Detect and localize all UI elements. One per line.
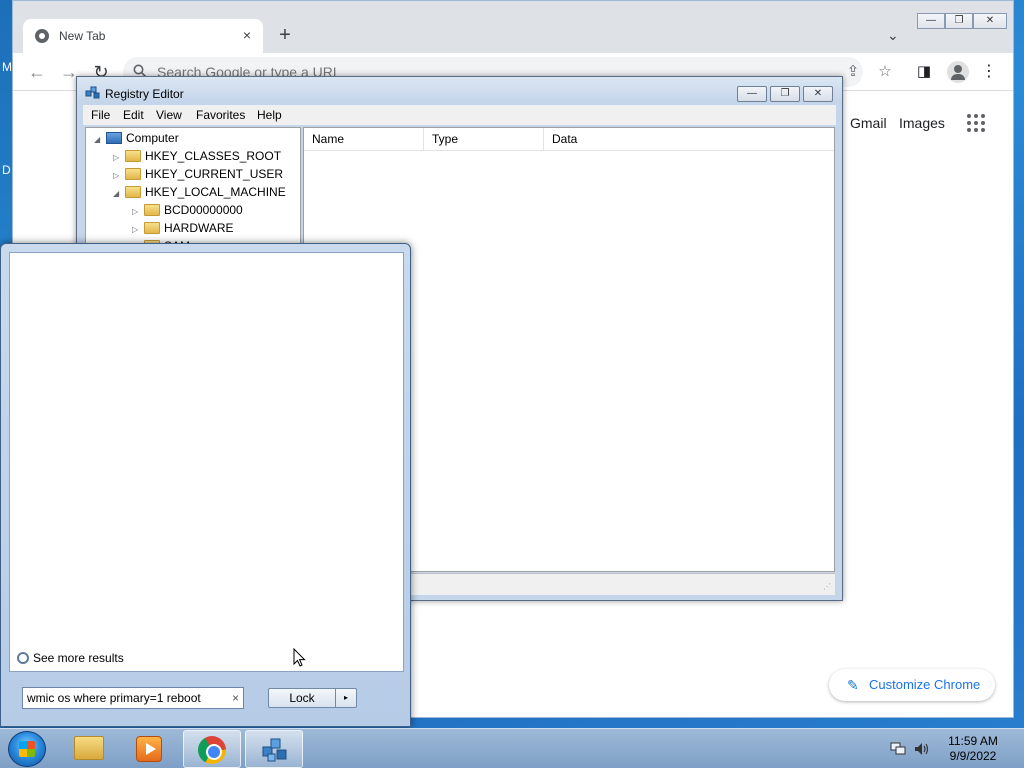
taskbar-windows-explorer[interactable] [60,730,118,768]
new-tab-button[interactable]: + [275,25,295,45]
chrome-titlebar: New Tab × + ⌄ — ❐ ✕ [13,1,1013,53]
tree-item-hardware[interactable]: ▷ HARDWARE [132,219,234,237]
expanded-arrow-icon[interactable]: ◢ [113,185,125,203]
pencil-icon: ✎ [847,677,859,693]
side-panel-icon[interactable]: ◨ [914,62,934,82]
search-results-panel [9,252,404,672]
header-divider [304,150,834,151]
column-header-data[interactable]: Data [544,128,834,150]
regedit-app-icon [262,738,287,762]
folder-icon [144,222,160,234]
customize-chrome-button[interactable]: ✎ Customize Chrome [829,669,995,701]
desktop-icon-label: M [2,60,12,74]
magnifier-icon [17,652,29,664]
folder-icon [74,736,104,760]
tree-item-label: HKEY_CLASSES_ROOT [145,149,282,163]
restore-button[interactable]: ❐ [945,13,973,29]
desktop-icon-label: D [2,163,11,177]
folder-icon [125,186,141,198]
mouse-cursor-icon [293,648,306,667]
tab-title: New Tab [59,29,106,43]
shutdown-options-arrow-icon[interactable]: ▸ [335,688,357,708]
start-button[interactable] [8,731,46,767]
folder-icon [125,168,141,180]
tab-new-tab[interactable]: New Tab × [23,19,263,53]
gmail-link[interactable]: Gmail [850,115,887,131]
tab-close-icon[interactable]: × [239,27,255,43]
customize-chrome-label: Customize Chrome [869,677,981,692]
close-button[interactable]: ✕ [803,86,833,102]
tree-item-hkey-classes-root[interactable]: ▷ HKEY_CLASSES_ROOT [113,147,281,165]
back-icon[interactable]: ← [27,62,47,82]
bookmark-star-icon[interactable]: ☆ [875,62,895,82]
resize-grip-icon[interactable]: ⋰ [823,582,831,591]
taskbar-google-chrome[interactable] [183,730,241,768]
taskbar: 11:59 AM 9/9/2022 [0,728,1024,768]
tree-item-label: HKEY_CURRENT_USER [145,167,284,181]
minimize-button[interactable]: — [737,86,767,102]
clock-time: 11:59 AM [948,734,998,748]
clock-date: 9/9/2022 [949,749,997,763]
tree-item-label: Computer [126,131,179,145]
folder-icon [125,150,141,162]
regedit-titlebar[interactable]: Registry Editor — ❐ ✕ [77,77,842,103]
restore-button[interactable]: ❐ [770,86,800,102]
taskbar-media-player[interactable] [121,730,179,768]
tree-item-computer[interactable]: ◢ Computer [94,129,179,147]
menu-favorites[interactable]: Favorites [196,108,245,122]
column-header-type[interactable]: Type [424,128,544,150]
google-apps-icon[interactable] [967,114,985,132]
profile-avatar-icon[interactable] [947,61,969,83]
images-link[interactable]: Images [899,115,945,131]
tree-item-hkey-current-user[interactable]: ▷ HKEY_CURRENT_USER [113,165,283,183]
regedit-menubar: File Edit View Favorites Help [83,105,836,125]
chrome-favicon-icon [35,29,49,43]
media-player-icon [136,736,162,762]
close-button[interactable]: ✕ [973,13,1007,29]
tree-item-label: HARDWARE [164,221,234,235]
see-more-label: See more results [33,651,124,665]
chrome-icon [198,736,226,764]
volume-icon[interactable] [914,742,930,756]
chrome-menu-icon[interactable]: ⋮ [979,62,999,82]
see-more-results-link[interactable]: See more results [17,651,124,665]
system-clock[interactable]: 11:59 AM 9/9/2022 [938,734,1008,764]
start-search-box[interactable]: × [22,687,244,709]
computer-icon [106,132,122,144]
clear-search-icon[interactable]: × [232,691,239,705]
folder-icon [144,204,160,216]
minimize-button[interactable]: — [917,13,945,29]
lock-button[interactable]: Lock [268,688,336,708]
share-icon[interactable]: ⇪ [843,62,863,82]
menu-view[interactable]: View [156,108,182,122]
tree-item-label: HKEY_LOCAL_MACHINE [145,185,286,199]
expanded-arrow-icon[interactable]: ◢ [94,131,106,149]
regedit-app-icon [85,86,100,99]
search-input[interactable] [27,690,222,706]
start-menu: See more results × Lock ▸ [0,243,411,727]
tree-item-label: BCD00000000 [164,203,243,217]
column-header-name[interactable]: Name [304,128,424,150]
menu-edit[interactable]: Edit [123,108,144,122]
tab-search-chevron-icon[interactable]: ⌄ [887,27,899,44]
menu-file[interactable]: File [91,108,110,122]
menu-help[interactable]: Help [257,108,282,122]
window-title: Registry Editor [105,87,184,101]
network-icon[interactable] [890,742,906,756]
tree-item-bcd00000000[interactable]: ▷ BCD00000000 [132,201,243,219]
taskbar-registry-editor[interactable] [245,730,303,768]
tree-item-hkey-local-machine[interactable]: ◢ HKEY_LOCAL_MACHINE [113,183,286,201]
